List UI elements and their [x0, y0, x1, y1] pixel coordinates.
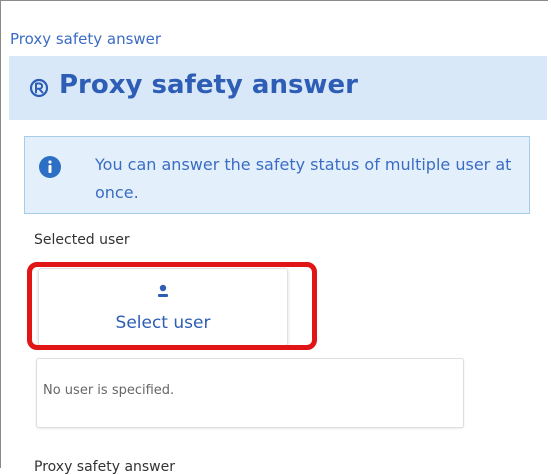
breadcrumb[interactable]: Proxy safety answer [10, 30, 161, 48]
info-icon [39, 156, 61, 178]
page-header: Proxy safety answer [9, 56, 547, 120]
select-user-button[interactable]: Select user [38, 268, 288, 346]
person-icon [158, 284, 168, 297]
page-title: Proxy safety answer [59, 70, 358, 100]
notice-text: You can answer the safety status of mult… [95, 155, 512, 202]
info-notice: You can answer the safety status of mult… [24, 136, 530, 214]
selected-user-list: No user is specified. [36, 358, 464, 428]
empty-message: No user is specified. [43, 383, 175, 398]
proxy-answer-icon [29, 78, 49, 98]
select-user-label: Select user [115, 313, 211, 333]
selected-user-label: Selected user [34, 232, 130, 248]
proxy-safety-answer-label: Proxy safety answer [34, 459, 176, 475]
